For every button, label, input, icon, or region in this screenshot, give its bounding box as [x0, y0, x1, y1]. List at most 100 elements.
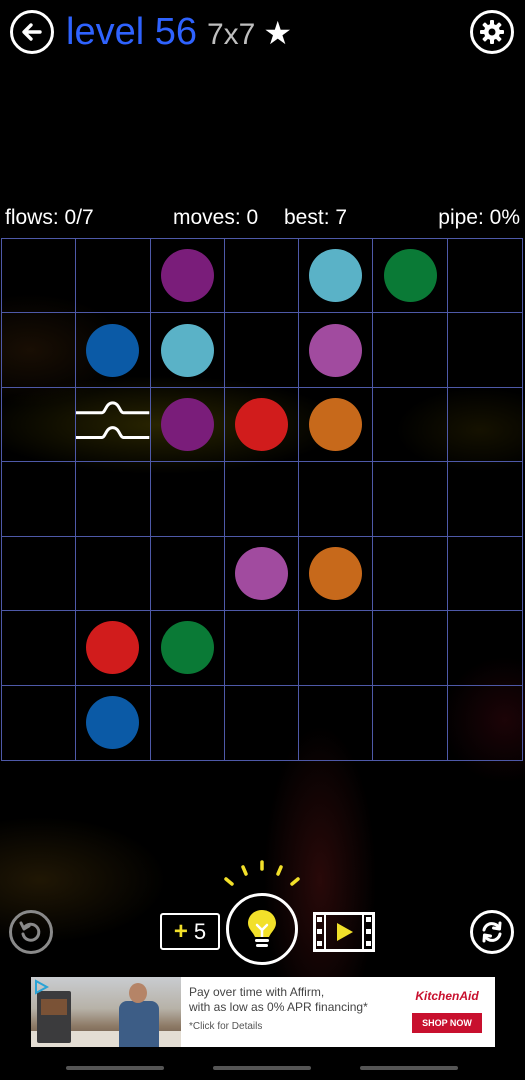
board-cell-r1-c3[interactable] — [150, 239, 225, 314]
dot-purple[interactable] — [160, 249, 214, 303]
pipe-percent: pipe: 0% — [438, 206, 520, 229]
board-cell-r2-c7[interactable] — [447, 313, 522, 388]
board-cell-r7-c1[interactable] — [2, 685, 77, 760]
ad-line-1: Pay over time with Affirm, — [189, 985, 325, 999]
board-cell-r6-c7[interactable] — [447, 611, 522, 686]
level-title: level 56 — [66, 11, 197, 53]
dot-green[interactable] — [383, 249, 437, 303]
grid-size-label: 7x7 — [206, 18, 256, 51]
board-cell-r7-c4[interactable] — [225, 685, 300, 760]
gear-icon — [480, 20, 504, 44]
board-cell-r7-c3[interactable] — [151, 685, 225, 760]
board-cell-r5-c1[interactable] — [2, 536, 77, 612]
dot-red[interactable] — [86, 621, 140, 675]
board-cell-r5-c7[interactable] — [447, 537, 522, 612]
board-cell-r2-c3[interactable] — [150, 313, 225, 388]
board-cell-r3-c4[interactable] — [224, 387, 300, 463]
board-cell-r6-c1[interactable] — [2, 611, 77, 686]
board-cell-r5-c5[interactable] — [299, 536, 374, 612]
board-cell-r2-c2[interactable] — [76, 313, 151, 388]
board-cell-r4-c6[interactable] — [373, 462, 448, 537]
board-cell-r2-c1[interactable] — [2, 313, 77, 388]
ad-brand-logo: KitchenAid — [415, 989, 479, 1003]
dot-green[interactable] — [160, 621, 214, 675]
board-cell-r1-c5[interactable] — [299, 239, 374, 314]
ad-image — [31, 977, 181, 1047]
board-cell-r2-c4[interactable] — [224, 313, 300, 388]
board-cell-r7-c5[interactable] — [299, 685, 374, 760]
board-cell-r6-c4[interactable] — [224, 611, 300, 686]
moves-counter: moves: 0 — [173, 206, 259, 229]
video-play-icon — [313, 912, 375, 952]
dot-cyan[interactable] — [309, 249, 363, 303]
ad-line-2: with as low as 0% APR financing* — [189, 1000, 368, 1014]
board-cell-r2-c5[interactable] — [299, 313, 374, 388]
board-cell-r7-c2[interactable] — [76, 685, 151, 760]
dot-blue[interactable] — [86, 323, 140, 377]
board-cell-r3-c7[interactable] — [447, 388, 522, 463]
board-cell-r1-c1[interactable] — [2, 239, 77, 314]
board-cell-r5-c6[interactable] — [373, 536, 448, 612]
board-cell-r4-c2[interactable] — [76, 462, 151, 537]
board-cell-r4-c5[interactable] — [299, 462, 374, 537]
nav-indicator-left — [66, 1066, 164, 1070]
board-cell-r5-c3[interactable] — [150, 536, 225, 612]
lightbulb-icon — [248, 910, 276, 947]
board-cell-r3-c1[interactable] — [2, 387, 77, 463]
board-cell-r6-c6[interactable] — [373, 611, 448, 686]
arrow-left-icon — [22, 23, 42, 41]
ad-choices-icon[interactable] — [33, 979, 49, 995]
best-counter: best: 7 — [284, 206, 348, 229]
board-cell-r3-c6[interactable] — [373, 387, 448, 463]
game-board[interactable] — [1, 238, 523, 761]
back-button[interactable] — [10, 10, 54, 54]
board-cell-r5-c4[interactable] — [224, 536, 300, 612]
dot-pink[interactable] — [309, 323, 363, 377]
dot-purple[interactable] — [160, 398, 214, 452]
hint-count: 5 — [193, 918, 207, 944]
board-cell-r6-c3[interactable] — [150, 611, 225, 686]
board-cell-r7-c7[interactable] — [448, 686, 522, 760]
board-cell-r1-c6[interactable] — [373, 239, 448, 314]
undo-button[interactable] — [9, 910, 53, 954]
dot-pink[interactable] — [234, 546, 288, 600]
board-cell-r1-c7[interactable] — [447, 239, 522, 314]
plus-icon: + — [173, 917, 188, 945]
undo-icon — [19, 921, 41, 942]
dot-orange[interactable] — [309, 398, 363, 452]
board-cell-r7-c6[interactable] — [373, 685, 448, 760]
board-cell-r6-c5[interactable] — [299, 611, 374, 686]
board-cell-r6-c2[interactable] — [76, 611, 151, 686]
board-cell-r4-c7[interactable] — [447, 462, 522, 537]
board-cell-r4-c3[interactable] — [150, 462, 225, 537]
board-cell-r1-c2[interactable] — [76, 239, 151, 314]
ad-shop-now-button[interactable]: SHOP NOW — [412, 1013, 482, 1033]
board-cell-r1-c4[interactable] — [224, 239, 300, 314]
settings-button[interactable] — [470, 10, 514, 54]
board-cell-r3-c3[interactable] — [150, 387, 225, 463]
ad-copy: Pay over time with Affirm, with as low a… — [181, 977, 399, 1047]
restart-icon — [482, 921, 502, 943]
board-cell-r3-c2[interactable] — [76, 387, 151, 463]
board-cell-r2-c6[interactable] — [373, 313, 448, 388]
title-row: level 56 7x7 ★ — [66, 10, 292, 54]
ad-line-3: *Click for Details — [189, 1021, 263, 1032]
board-cell-r4-c4[interactable] — [224, 462, 300, 537]
watch-video-button[interactable] — [313, 912, 375, 952]
dot-blue[interactable] — [86, 696, 140, 750]
dot-red[interactable] — [234, 398, 288, 452]
ad-brand-area: KitchenAid SHOP NOW — [399, 977, 495, 1047]
bridge-tile — [76, 401, 150, 439]
ad-banner[interactable]: Pay over time with Affirm, with as low a… — [31, 977, 495, 1047]
board-cell-r5-c2[interactable] — [76, 536, 151, 612]
dot-orange[interactable] — [309, 546, 363, 600]
dot-cyan[interactable] — [160, 323, 214, 377]
board-cell-r4-c1[interactable] — [2, 462, 77, 537]
nav-indicator-center — [213, 1066, 311, 1070]
board-cell-r3-c5[interactable] — [299, 387, 374, 463]
flows-counter: flows: 0/7 — [5, 206, 94, 229]
add-hints-button[interactable]: + 5 — [160, 913, 220, 950]
hint-rays-decoration — [224, 860, 300, 886]
restart-button[interactable] — [470, 910, 514, 954]
hint-button[interactable] — [226, 893, 298, 965]
